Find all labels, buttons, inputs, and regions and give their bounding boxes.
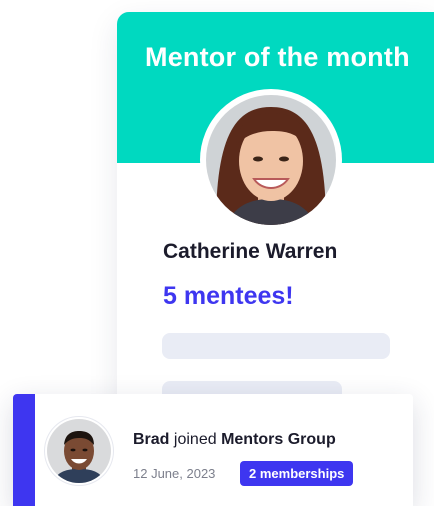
activity-action: joined — [173, 431, 217, 448]
activity-notification-card[interactable]: Brad joined Mentors Group 12 June, 2023 … — [13, 394, 413, 506]
accent-stripe — [13, 394, 35, 506]
mentor-avatar[interactable] — [200, 89, 342, 231]
activity-group[interactable]: Mentors Group — [221, 431, 336, 448]
mentor-name: Catherine Warren — [163, 240, 338, 263]
user-avatar[interactable] — [45, 417, 113, 485]
membership-badge[interactable]: 2 memberships — [240, 461, 354, 486]
activity-text: Brad joined Mentors Group — [133, 431, 336, 449]
placeholder-bar — [162, 333, 390, 359]
user-portrait-image — [47, 419, 111, 483]
mentor-card-title: Mentor of the month — [145, 42, 410, 72]
activity-date: 12 June, 2023 — [133, 466, 216, 481]
mentor-portrait-image — [206, 95, 336, 225]
activity-user[interactable]: Brad — [133, 431, 169, 448]
mentee-count: 5 mentees! — [163, 282, 294, 310]
